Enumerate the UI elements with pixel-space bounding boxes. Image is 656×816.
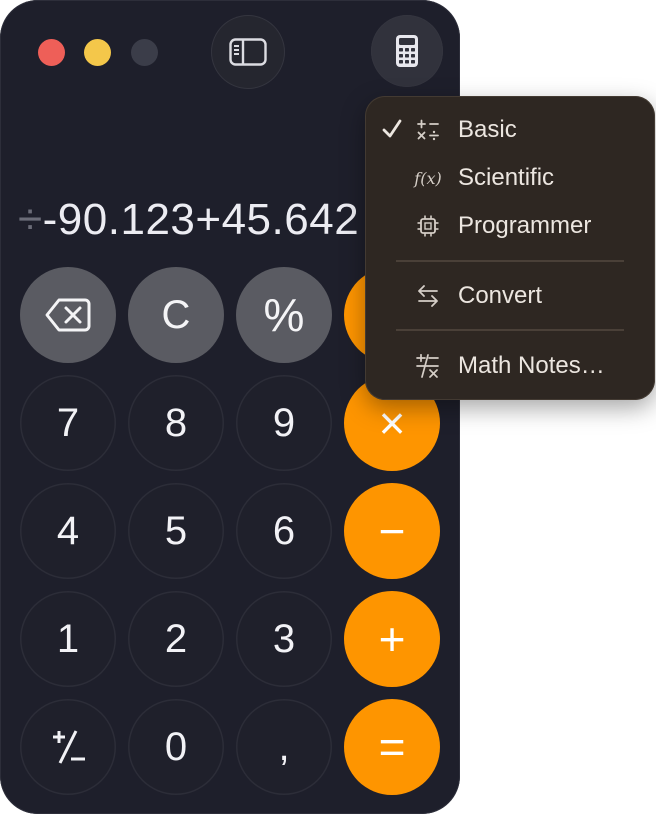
sidebar-icon	[229, 38, 267, 66]
two-key[interactable]: 2	[128, 591, 224, 687]
plus-minus-icon	[53, 730, 85, 764]
menu-item-math-notes[interactable]: Math Notes…	[365, 344, 655, 388]
five-key[interactable]: 5	[128, 483, 224, 579]
menu-item-basic[interactable]: Basic	[365, 108, 655, 152]
display-overflow-operator: ÷	[18, 195, 43, 244]
four-key[interactable]: 4	[20, 483, 116, 579]
nine-key[interactable]: 9	[236, 375, 332, 471]
seven-key[interactable]: 7	[20, 375, 116, 471]
menu-item-label: Programmer	[458, 212, 592, 239]
calculator-icon	[396, 35, 418, 67]
menu-item-label: Math Notes…	[458, 352, 605, 379]
menu-separator	[396, 260, 624, 262]
math-notes-icon	[415, 354, 441, 378]
display-expression: -90.123+45.642	[42, 195, 360, 244]
calculator-mode-menu: Basic f(x) Scientific Programmer Convert…	[365, 96, 655, 400]
plus-minus-key[interactable]	[20, 699, 116, 795]
function-icon: f(x)	[414, 168, 442, 188]
menu-separator	[396, 329, 624, 331]
plus-key[interactable]: +	[344, 591, 440, 687]
calculator-mode-button[interactable]	[371, 15, 443, 87]
menu-item-label: Scientific	[458, 164, 555, 191]
minimize-window-button[interactable]	[84, 39, 111, 66]
close-window-button[interactable]	[38, 39, 65, 66]
zoom-window-button[interactable]	[131, 39, 158, 66]
zero-key[interactable]: 0	[128, 699, 224, 795]
toggle-history-sidebar-button[interactable]	[211, 15, 285, 89]
decimal-key[interactable]: ,	[236, 699, 332, 795]
chip-icon	[415, 214, 441, 238]
menu-item-label: Convert	[458, 282, 543, 309]
three-key[interactable]: 3	[236, 591, 332, 687]
checkmark-icon	[382, 119, 402, 138]
eight-key[interactable]: 8	[128, 375, 224, 471]
one-key[interactable]: 1	[20, 591, 116, 687]
basic-operations-icon	[415, 118, 441, 142]
clear-key[interactable]: C	[128, 267, 224, 363]
percent-key[interactable]: %	[236, 267, 332, 363]
menu-item-label: Basic	[458, 116, 517, 143]
convert-arrows-icon	[415, 284, 441, 308]
menu-item-programmer[interactable]: Programmer	[365, 204, 655, 248]
six-key[interactable]: 6	[236, 483, 332, 579]
delete-backward-icon	[45, 298, 91, 332]
menu-item-scientific[interactable]: f(x) Scientific	[365, 156, 655, 200]
backspace-key[interactable]	[20, 267, 116, 363]
equals-key[interactable]: =	[344, 699, 440, 795]
minus-key[interactable]: −	[344, 483, 440, 579]
menu-item-convert[interactable]: Convert	[365, 274, 655, 318]
